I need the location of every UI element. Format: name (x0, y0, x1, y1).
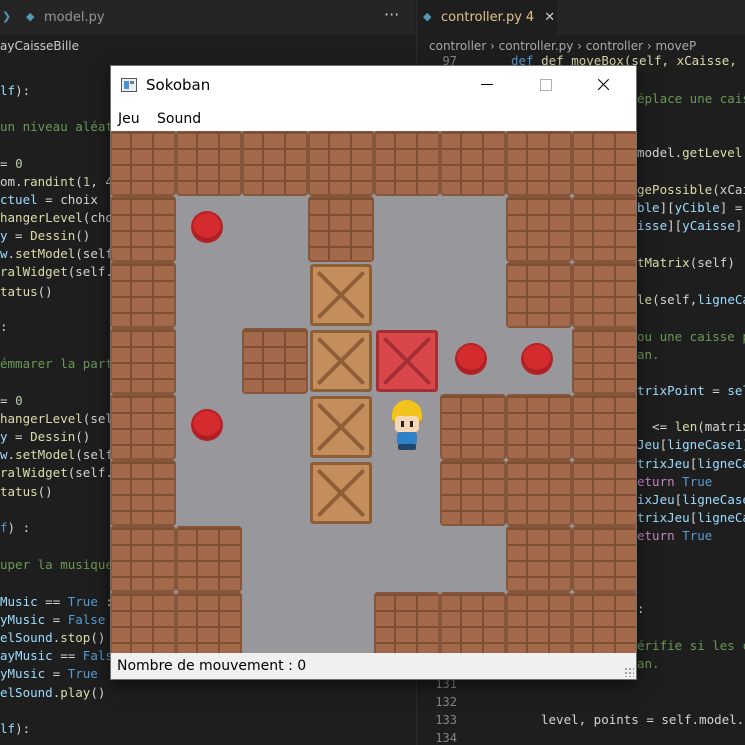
move-count-value: 0 (297, 658, 307, 674)
tab-model-py-label: model.py (44, 10, 105, 25)
app-window-icon (121, 78, 137, 92)
tab-controller-py-label: controller.py (441, 10, 522, 25)
player-legs (398, 444, 416, 450)
wall-tile (572, 394, 636, 460)
wall-tile (111, 460, 176, 526)
problems-badge: 4 (525, 10, 535, 25)
game-board[interactable] (111, 131, 636, 653)
goal-target (176, 196, 242, 262)
crate-icon (310, 462, 372, 524)
move-counter: Nombre de mouvement :0 (117, 653, 306, 679)
wall-tile (440, 131, 506, 196)
status-bar: Nombre de mouvement :0 (111, 653, 636, 679)
right-tab-bar: ◆ controller.py 4 ✕ (417, 0, 745, 35)
wall-tile (506, 196, 572, 262)
wall-tile (572, 262, 636, 328)
goal-target (176, 394, 242, 460)
wall-tile (506, 592, 572, 653)
goal-target (440, 328, 506, 394)
crate-box (308, 394, 374, 460)
more-actions-icon[interactable]: ··· (384, 0, 399, 35)
crate-icon (376, 330, 438, 392)
tab-controller-py[interactable]: ◆ controller.py 4 ✕ (417, 0, 557, 35)
crate-box (308, 328, 374, 394)
left-breadcrumb[interactable]: ayCaisseBille (0, 35, 415, 57)
wall-tile (506, 262, 572, 328)
wall-tile (176, 592, 242, 653)
wall-tile (374, 592, 440, 653)
wall-tile (572, 196, 636, 262)
wall-tile (572, 328, 636, 394)
close-tab-icon[interactable]: ✕ (544, 10, 555, 25)
wall-tile (506, 526, 572, 592)
menu-jeu[interactable]: Jeu (118, 104, 140, 131)
line-number: 133 (435, 713, 457, 727)
minimize-button[interactable] (464, 66, 510, 104)
wall-tile (440, 394, 506, 460)
wall-tile (374, 131, 440, 196)
wall-tile (242, 131, 308, 196)
line-number: 134 (435, 731, 457, 745)
move-counter-label: Nombre de mouvement : (117, 658, 293, 674)
wall-tile (111, 196, 176, 262)
wall-tile (111, 394, 176, 460)
crate-on-goal-box (374, 328, 440, 394)
wall-tile (572, 131, 636, 196)
crate-icon (310, 330, 372, 392)
wall-tile (111, 328, 176, 394)
wall-tile (572, 526, 636, 592)
wall-tile (440, 460, 506, 526)
crate-icon (310, 396, 372, 458)
wall-tile (506, 460, 572, 526)
player-character (374, 394, 440, 460)
tab-prev-stub[interactable]: ❯ (0, 0, 20, 35)
wall-tile (308, 131, 374, 196)
crate-box (308, 262, 374, 328)
left-tab-bar: ❯ ◆ model.py ··· (0, 0, 415, 35)
window-title: Sokoban (146, 76, 211, 94)
wall-tile (111, 262, 176, 328)
title-bar[interactable]: Sokoban (111, 66, 636, 104)
menu-bar: Jeu Sound (111, 104, 636, 131)
python-file-icon: ◆ (26, 10, 35, 23)
wall-tile (572, 460, 636, 526)
player-face (395, 416, 419, 432)
crate-box (308, 460, 374, 526)
wall-tile (572, 592, 636, 653)
wall-tile (111, 131, 176, 196)
wall-tile (308, 196, 374, 262)
wall-tile (440, 592, 506, 653)
python-file-icon: ◆ (423, 10, 432, 23)
goal-target (506, 328, 572, 394)
wall-tile (111, 526, 176, 592)
maximize-button[interactable] (522, 66, 568, 104)
line-number: 132 (435, 695, 457, 709)
wall-tile (242, 328, 308, 394)
wall-tile (176, 131, 242, 196)
menu-sound[interactable]: Sound (157, 104, 201, 131)
resize-grip-icon[interactable] (624, 667, 634, 677)
wall-tile (111, 592, 176, 653)
wall-tile (176, 526, 242, 592)
crate-icon (310, 264, 372, 326)
tab-model-py[interactable]: ◆ model.py (20, 0, 190, 35)
wall-tile (506, 131, 572, 196)
code-line: level, points = self.model.g (541, 712, 745, 727)
close-button[interactable] (580, 66, 626, 104)
wall-tile (506, 394, 572, 460)
sokoban-window: Sokoban Jeu Sound Nombre de mouvement :0 (111, 66, 636, 679)
